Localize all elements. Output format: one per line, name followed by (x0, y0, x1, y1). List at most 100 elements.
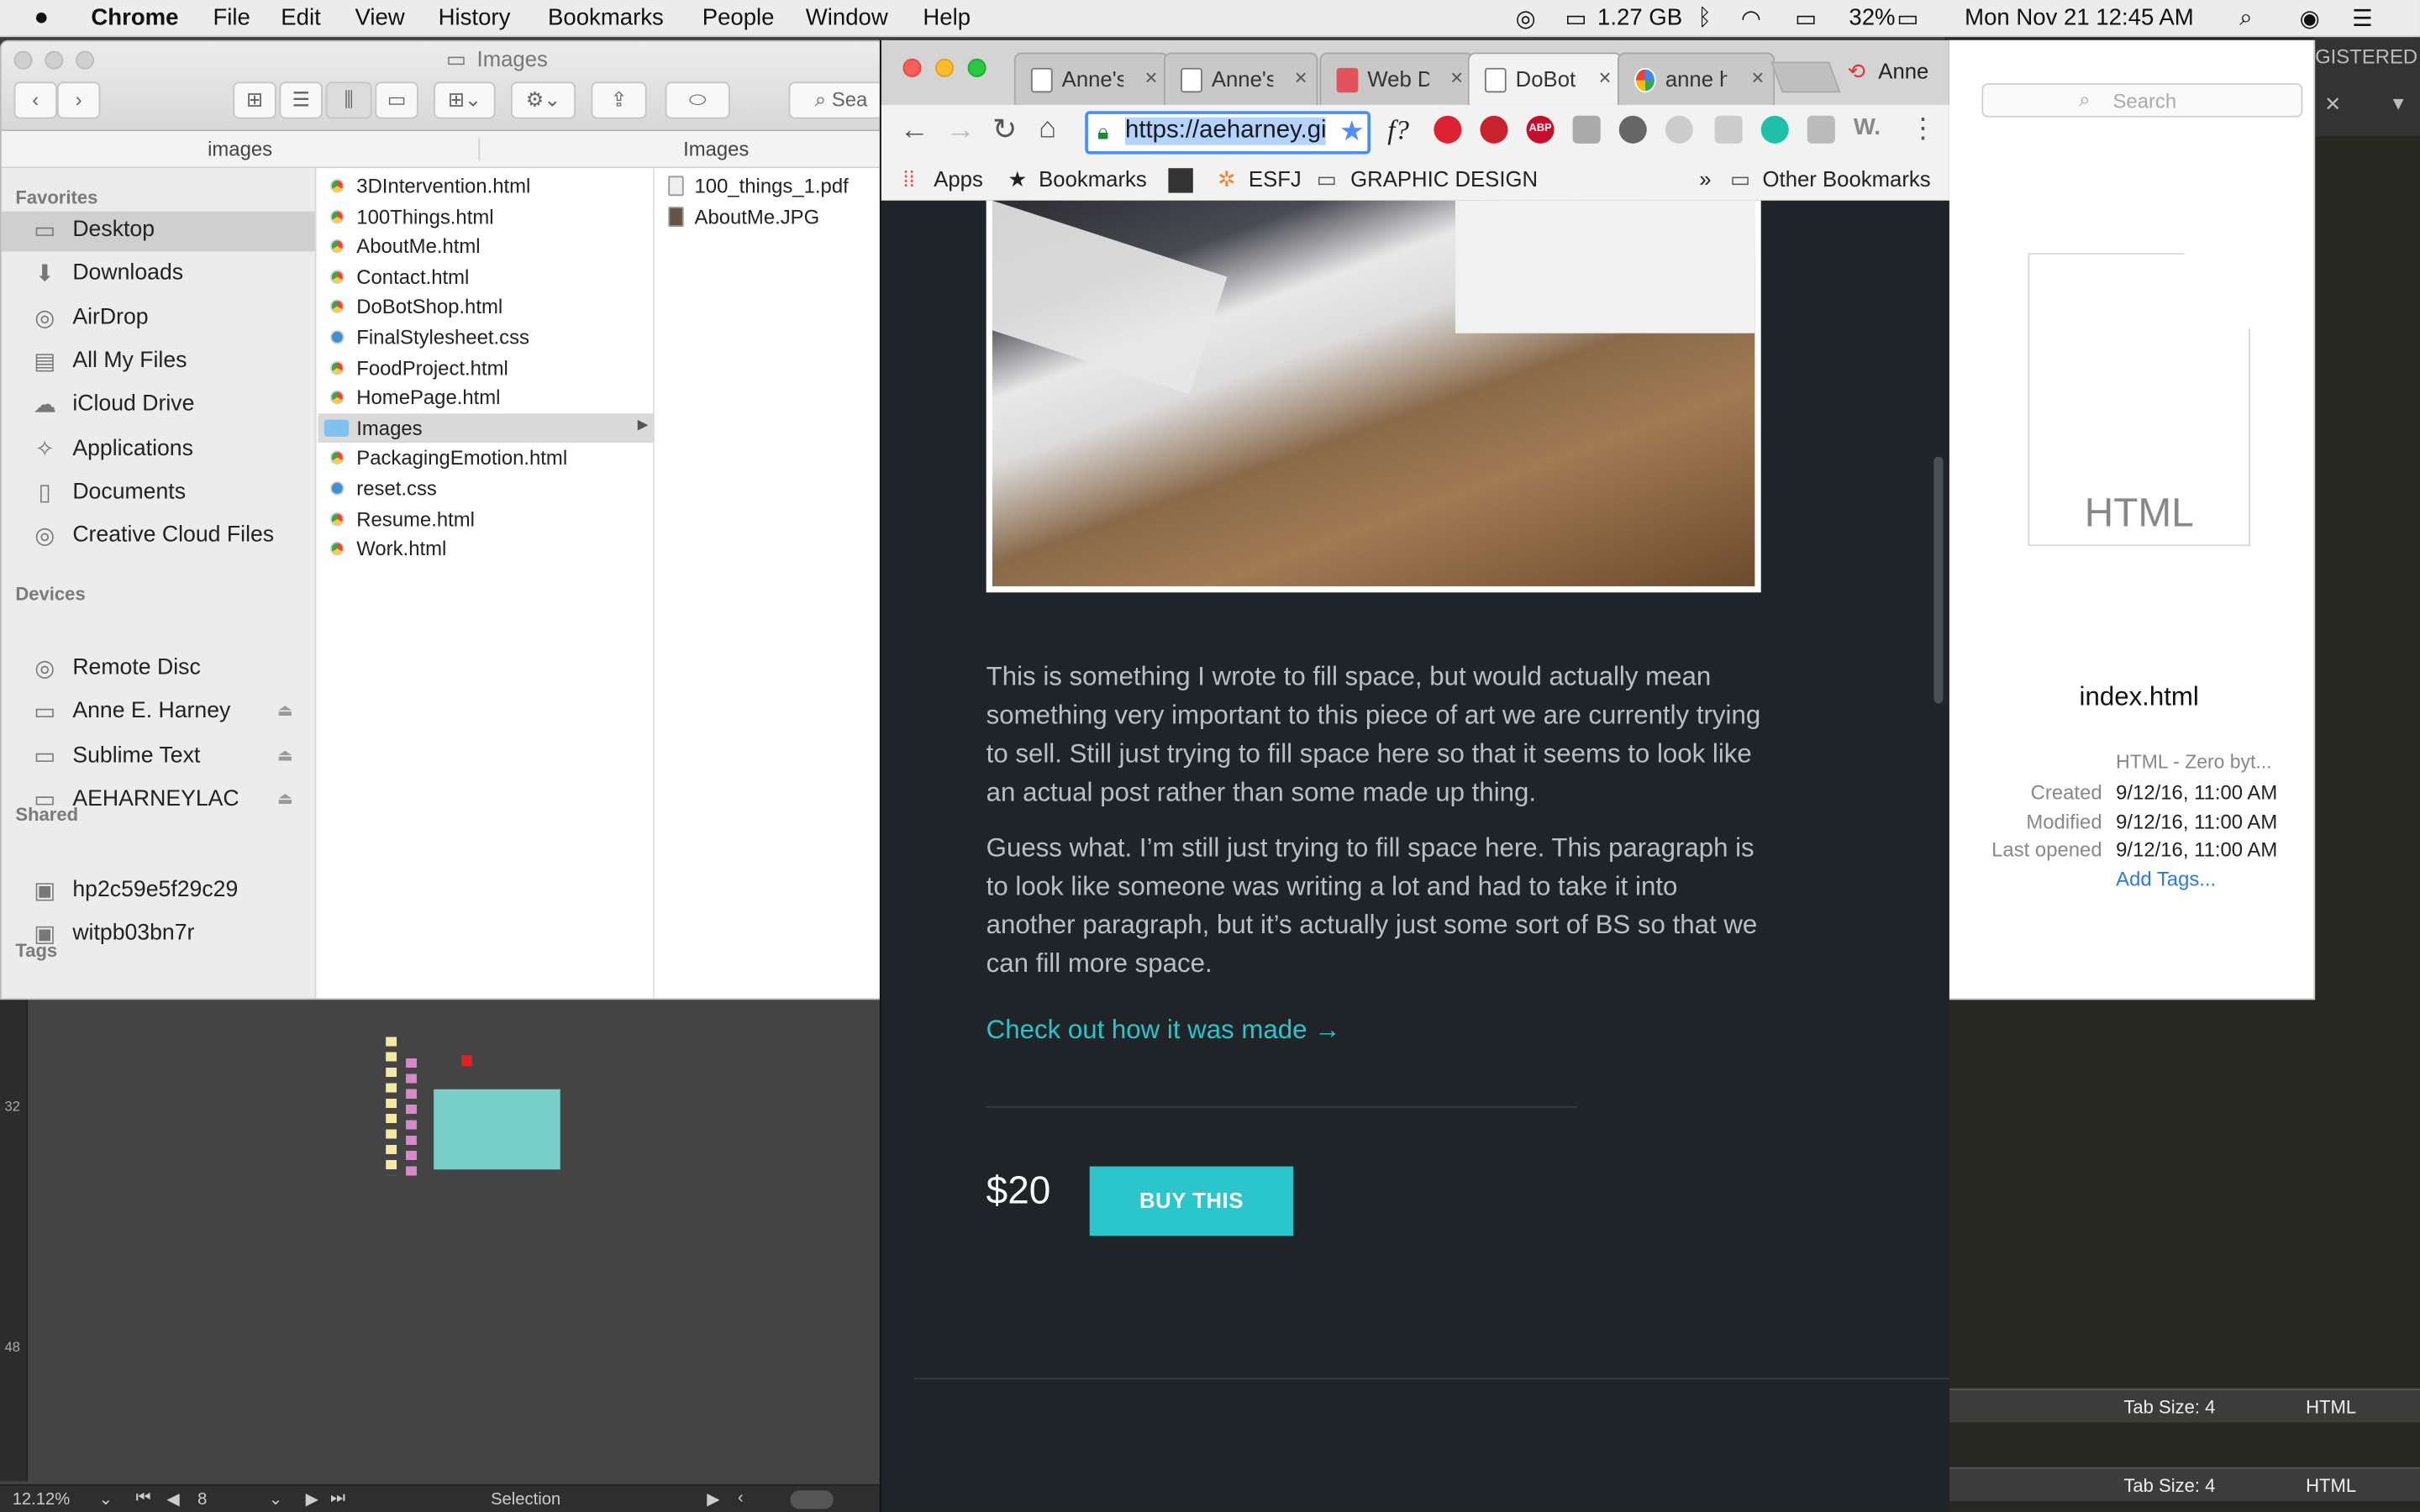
tab-size-indicator-2[interactable]: Tab Size: 4 (2123, 1475, 2215, 1497)
close-button[interactable] (13, 50, 33, 70)
sidebar-item-creative-cloud-files[interactable]: ◎ Creative Cloud Files (2, 517, 315, 557)
folder-icon[interactable]: ▭ (1730, 166, 1750, 192)
back-arrow-icon[interactable]: ← (900, 114, 929, 148)
file-item[interactable]: 100_things_1.pdf (656, 171, 894, 201)
back-button[interactable]: ‹ (13, 81, 57, 119)
syntax-indicator-2[interactable]: HTML (2306, 1475, 2356, 1497)
site-favicon[interactable] (1168, 168, 1193, 193)
menu-edit[interactable]: Edit (281, 5, 320, 31)
horizontal-scrollbar[interactable] (790, 1490, 834, 1509)
scroll-right-icon[interactable]: ▶ (707, 1488, 720, 1509)
file-item[interactable]: Contact.html (318, 262, 654, 291)
zoom-button[interactable] (75, 50, 95, 70)
sidebar-item-all-my-files[interactable]: ▤ All My Files (2, 343, 315, 383)
chrome-menu-icon[interactable]: ⋮ (1909, 113, 1937, 145)
apps-grid-icon[interactable]: ⁞⁞ (902, 166, 914, 191)
sidebar-item-downloads[interactable]: ⬇ Downloads (2, 255, 315, 296)
extension-icon-5[interactable] (1760, 115, 1789, 144)
cover-flow-icon[interactable]: ▭ (375, 81, 418, 119)
menu-view[interactable]: View (355, 5, 404, 31)
file-item[interactable]: 3DIntervention.html (318, 171, 654, 201)
prev-page-icon[interactable]: ◀ (166, 1488, 180, 1509)
menu-help[interactable]: Help (923, 5, 971, 31)
reload-icon[interactable]: ↻ (992, 113, 1017, 148)
browser-tab[interactable]: Web D × (1319, 52, 1475, 105)
siri-icon[interactable]: ◉ (2300, 5, 2320, 33)
extension-icon-2[interactable] (1618, 115, 1647, 144)
file-item[interactable]: Resume.html (318, 504, 654, 533)
extension-icon[interactable] (1572, 115, 1601, 144)
bookmark-apps[interactable]: Apps (934, 166, 983, 191)
clock[interactable]: Mon Nov 21 12:45 AM (1965, 5, 2194, 31)
sidebar-item-airdrop[interactable]: ◎ AirDrop (2, 299, 315, 339)
how-it-was-made-link[interactable]: Check out how it was made → (986, 1016, 1341, 1047)
sidebar-item-icloud-drive[interactable]: ☁ iCloud Drive (2, 386, 315, 427)
close-icon[interactable]: ✕ (2324, 92, 2341, 117)
sidebar-item-desktop[interactable]: ▭ Desktop (1, 211, 315, 252)
close-icon[interactable]: × (1295, 65, 1307, 89)
file-item[interactable]: AboutMe.html (318, 232, 654, 261)
sidebar-device-2[interactable]: ▭ Sublime Text ⏏ (2, 737, 315, 777)
close-icon[interactable]: × (1599, 65, 1612, 89)
chevron-down-icon[interactable]: ▼ (2389, 92, 2407, 114)
menu-window[interactable]: Window (806, 5, 888, 31)
sidebar-item-applications[interactable]: ✧ Applications (2, 430, 315, 470)
pinterest-icon[interactable] (1480, 115, 1508, 144)
profile-name[interactable]: Anne (1878, 59, 1928, 83)
page-dropdown-icon[interactable]: ⌄ (269, 1488, 283, 1509)
browser-tab[interactable]: Anne's × (1163, 52, 1318, 105)
column-view-icon[interactable]: ⫼ (325, 81, 372, 119)
close-icon[interactable]: × (1450, 65, 1463, 89)
scroll-left-icon[interactable]: ‹ (738, 1488, 744, 1507)
spotlight-icon[interactable]: ⌕ (2239, 5, 2252, 31)
wifi-icon[interactable]: ◠ (1741, 5, 1761, 33)
forward-arrow-icon[interactable]: → (946, 114, 976, 148)
bookmark-esfj[interactable]: ESFJ (1249, 166, 1302, 191)
file-item[interactable]: PackagingEmotion.html (318, 444, 654, 473)
file-item[interactable]: AboutMe.JPG (656, 202, 894, 231)
ublock-icon[interactable] (1434, 115, 1462, 144)
tag-icon[interactable]: ⬭ (665, 81, 730, 119)
file-item[interactable]: reset.css (318, 474, 654, 503)
browser-tab[interactable]: Anne's × (1013, 52, 1169, 105)
gear-icon[interactable]: ⚙⌄ (510, 81, 576, 119)
apple-icon[interactable]: ● (34, 5, 49, 33)
creative-cloud-icon[interactable]: ◎ (1516, 5, 1536, 33)
file-item[interactable]: Work.html (318, 534, 654, 564)
last-page-icon[interactable]: ⏭ (330, 1488, 345, 1509)
eject-icon[interactable]: ⏏ (277, 701, 293, 721)
battery-icon[interactable]: ▭ (1897, 5, 1918, 33)
profile-sync-icon[interactable]: ⟲ (1848, 59, 1866, 85)
extension-icon-7[interactable]: W. (1854, 114, 1881, 140)
minimize-button[interactable] (45, 50, 64, 70)
zoom-button[interactable] (967, 58, 986, 77)
add-tags-link[interactable]: Add Tags... (2116, 867, 2216, 890)
browser-tab[interactable]: anne h × (1617, 52, 1776, 105)
share-icon[interactable]: ⇪ (591, 81, 647, 119)
url-text[interactable]: https://aeharney.gi (1124, 117, 1327, 145)
close-icon[interactable]: × (1145, 65, 1158, 89)
sidebar-shared-0[interactable]: ▣ hp2c59e5f29c29 (2, 872, 315, 912)
app-menu[interactable]: Chrome (91, 5, 178, 31)
zoom-dropdown-icon[interactable]: ⌄ (99, 1488, 113, 1509)
arrange-icon[interactable]: ⊞⌄ (434, 81, 496, 119)
buy-button[interactable]: BUY THIS (1089, 1166, 1294, 1236)
menu-file[interactable]: File (213, 5, 250, 31)
list-view-icon[interactable]: ☰ (279, 81, 323, 119)
bookmark-graphic-design[interactable]: GRAPHIC DESIGN (1350, 166, 1538, 191)
bluetooth-icon[interactable]: ᛒ (1697, 5, 1712, 31)
adblock-plus-icon[interactable]: ABP (1526, 115, 1555, 144)
browser-tab[interactable]: DoBot × (1467, 52, 1623, 105)
page-scrollbar[interactable] (1933, 456, 1944, 704)
memory-readout[interactable]: 1.27 GB (1597, 5, 1682, 31)
extension-icon-4[interactable] (1714, 115, 1743, 144)
battery-percent[interactable]: 32% (1849, 5, 1895, 31)
file-item[interactable]: HomePage.html (318, 383, 654, 412)
extension-icon-3[interactable] (1665, 115, 1693, 144)
extension-icon-6[interactable] (1807, 115, 1835, 144)
address-bar[interactable]: 🔒︎ https://aeharney.gi ★ (1085, 111, 1371, 155)
memory-icon[interactable]: ▭ (1565, 5, 1586, 33)
icon-view-icon[interactable]: ⊞ (233, 81, 276, 119)
bookmark-star-icon[interactable]: ★ (1339, 115, 1365, 149)
fontface-ninja-icon[interactable]: f? (1387, 114, 1409, 147)
